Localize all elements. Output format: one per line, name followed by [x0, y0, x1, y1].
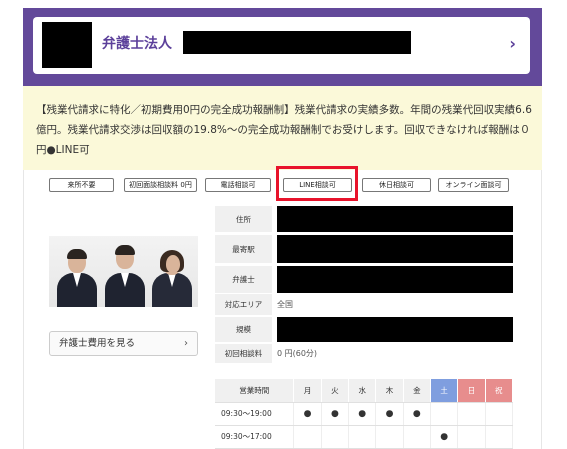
- info-value: 全国: [277, 300, 293, 309]
- lawyer-figure: [57, 245, 97, 307]
- tag-online-consult: オンライン面談可: [438, 178, 509, 192]
- info-row-area: 対応エリア 全国: [215, 293, 513, 315]
- schedule-mark: ●: [375, 402, 404, 426]
- tag-free-first-consult: 初回面談相談料 0円: [124, 178, 197, 192]
- info-label: 最寄駅: [215, 235, 272, 263]
- schedule-row: 09:30～17:00 ●: [215, 425, 514, 449]
- tag-phone-consult: 電話相談可: [205, 178, 271, 192]
- schedule-header-hours: 営業時間: [215, 379, 295, 403]
- schedule-header-holiday: 祝: [485, 379, 514, 403]
- schedule-mark: ●: [403, 402, 431, 426]
- info-value: 0 円(60分): [277, 349, 318, 358]
- info-label: 住所: [215, 206, 272, 232]
- info-label: 対応エリア: [215, 294, 272, 315]
- card-border-left: [23, 170, 24, 449]
- info-row-station: 最寄駅: [215, 234, 513, 263]
- tag-holiday-consult: 休日相談可: [362, 178, 431, 192]
- line-consult-highlight-box: [276, 166, 358, 201]
- info-label: 規模: [215, 317, 272, 342]
- schedule-mark: ●: [348, 402, 377, 426]
- schedule-mark: ●: [430, 425, 459, 449]
- schedule-header-tue: 火: [321, 379, 350, 403]
- schedule-mark: [457, 425, 486, 449]
- schedule-mark: [348, 425, 377, 449]
- schedule-mark: [403, 425, 431, 449]
- schedule-mark: ●: [293, 402, 322, 426]
- firm-name-redacted: [183, 31, 411, 54]
- schedule-mark: [485, 402, 514, 426]
- schedule-mark: [457, 402, 486, 426]
- schedule-header-mon: 月: [293, 379, 322, 403]
- schedule-header-row: 営業時間 月 火 水 木 金 土 日 祝: [215, 379, 514, 403]
- info-row-lawyer: 弁護士: [215, 265, 513, 293]
- tag-no-visit: 来所不要: [49, 178, 114, 192]
- firm-logo-redacted: [42, 22, 92, 68]
- scale-redacted: [277, 317, 513, 342]
- info-row-address: 住所: [215, 205, 513, 232]
- schedule-hours: 09:30～17:00: [215, 425, 295, 449]
- schedule-mark: [485, 425, 514, 449]
- firm-header-link[interactable]: 弁護士法人 ›: [33, 17, 530, 74]
- schedule-mark: [430, 402, 459, 426]
- schedule-header-sun: 日: [457, 379, 486, 403]
- info-label: 初回相談料: [215, 344, 272, 363]
- lawyer-redacted: [277, 266, 513, 293]
- schedule-header-sat: 土: [430, 379, 459, 403]
- schedule-header-wed: 水: [348, 379, 377, 403]
- station-redacted: [277, 235, 513, 263]
- lawyers-photo: [49, 236, 198, 307]
- view-fees-button[interactable]: 弁護士費用を見る ›: [49, 331, 198, 356]
- chevron-right-icon: ›: [184, 338, 188, 349]
- schedule-header-fri: 金: [403, 379, 431, 403]
- info-row-scale: 規模: [215, 316, 513, 342]
- firm-description: 【残業代請求に特化／初期費用0円の完全成功報酬制】残業代請求の実績多数。年間の残…: [23, 86, 542, 170]
- schedule-mark: [321, 425, 350, 449]
- schedule-hours: 09:30～19:00: [215, 402, 295, 426]
- firm-header: 弁護士法人 ›: [23, 8, 542, 86]
- chevron-right-icon: ›: [509, 34, 516, 53]
- schedule-mark: ●: [321, 402, 350, 426]
- address-redacted: [277, 206, 513, 232]
- schedule-header-thu: 木: [375, 379, 404, 403]
- schedule-mark: [375, 425, 404, 449]
- info-label: 弁護士: [215, 266, 272, 293]
- lawyer-figure: [105, 241, 145, 307]
- lawyer-figure: [152, 247, 192, 307]
- view-fees-label: 弁護士費用を見る: [59, 338, 136, 349]
- schedule-row: 09:30～19:00 ● ● ● ● ●: [215, 402, 514, 426]
- info-row-first-fee: 初回相談料 0 円(60分): [215, 343, 513, 363]
- business-hours-table: 営業時間 月 火 水 木 金 土 日 祝 09:30～19:00 ● ● ● ●…: [215, 379, 514, 449]
- card-border-right: [541, 170, 542, 449]
- firm-name-prefix: 弁護士法人: [102, 36, 172, 52]
- schedule-mark: [293, 425, 322, 449]
